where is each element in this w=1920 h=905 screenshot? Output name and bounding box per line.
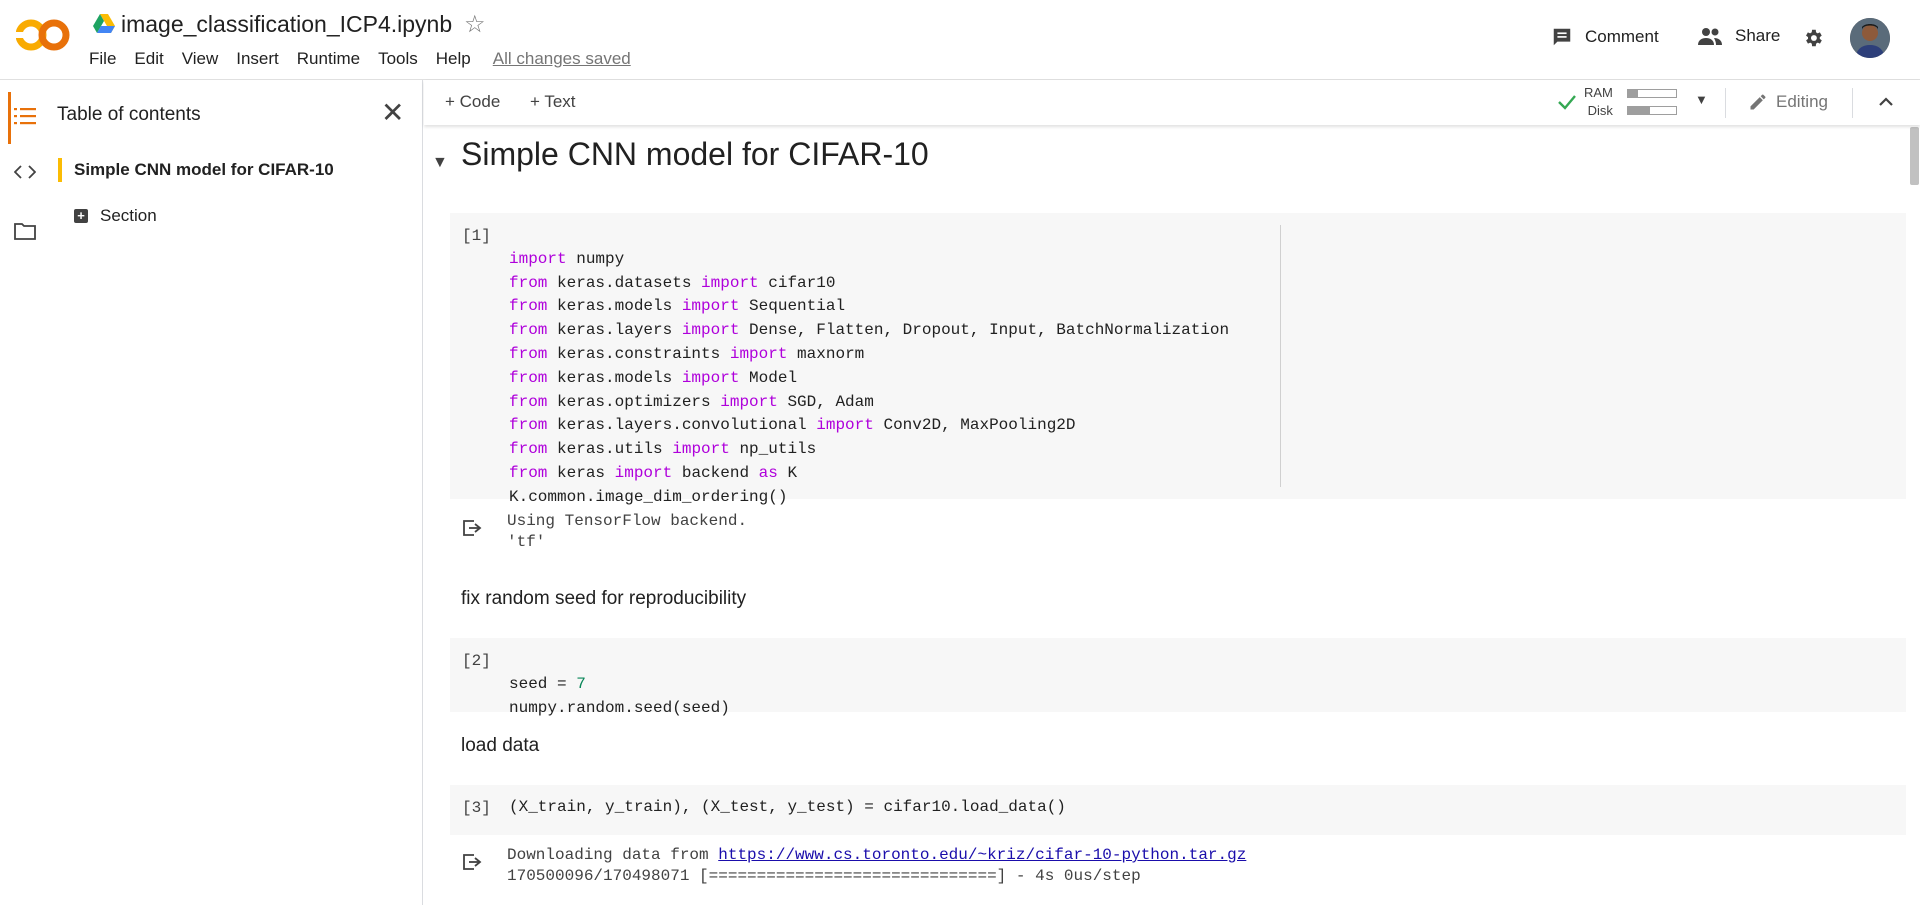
scrollbar-thumb[interactable]	[1910, 127, 1919, 185]
share-icon	[1698, 28, 1722, 45]
output-prefix: Downloading data from	[507, 846, 719, 864]
cell-execution-count: [2]	[462, 652, 491, 670]
editing-button[interactable]: Editing	[1748, 92, 1828, 112]
code-cell-1[interactable]: [1] import numpy from keras.datasets imp…	[450, 213, 1906, 506]
cell-execution-count: [1]	[462, 227, 491, 245]
close-icon[interactable]: ✕	[381, 99, 404, 127]
rail-active-indicator	[8, 92, 11, 144]
ram-label: RAM	[1584, 85, 1613, 100]
header: image_classification_ICP4.ipynb ☆ File E…	[0, 0, 1920, 80]
toc-title: Table of contents	[57, 104, 201, 125]
scrollbar[interactable]	[1906, 125, 1920, 905]
code-icon[interactable]	[14, 165, 36, 179]
cell-divider	[1280, 225, 1281, 487]
output-line: 'tf'	[507, 533, 546, 551]
code-cell-2[interactable]: [2] seed = 7 numpy.random.seed(seed)	[450, 638, 1906, 717]
toc-item-section[interactable]: + Section	[74, 206, 157, 226]
chevron-down-icon[interactable]: ▼	[1695, 92, 1708, 107]
output-line: Using TensorFlow backend.	[507, 512, 748, 530]
editing-label: Editing	[1776, 92, 1828, 111]
notebook-area: ▼ Simple CNN model for CIFAR-10 [1] impo…	[424, 125, 1920, 905]
toc-panel: Table of contents ✕ Simple CNN model for…	[48, 80, 423, 905]
folder-icon[interactable]	[14, 222, 36, 240]
check-icon	[1558, 95, 1576, 110]
share-button[interactable]: Share	[1697, 26, 1780, 46]
output-icon[interactable]	[462, 853, 482, 871]
disk-usage-fill	[1628, 107, 1650, 114]
code-line: from keras.optimizers import SGD, Adam	[509, 392, 874, 411]
chevron-up-icon[interactable]	[1872, 88, 1900, 116]
gear-icon[interactable]	[1802, 27, 1824, 49]
caret-down-icon[interactable]: ▼	[432, 154, 448, 172]
cell-execution-count: [3]	[462, 799, 491, 817]
pencil-icon	[1750, 94, 1766, 110]
section-heading[interactable]: Simple CNN model for CIFAR-10	[461, 136, 929, 173]
markdown-cell[interactable]: fix random seed for reproducibility	[461, 588, 746, 610]
toolbar-divider	[1725, 88, 1726, 118]
notebook-toolbar: + Code + Text RAM Disk ▼ Editing	[424, 80, 1920, 125]
comment-label: Comment	[1585, 27, 1659, 46]
share-label: Share	[1735, 26, 1781, 45]
expand-icon[interactable]: +	[74, 209, 88, 223]
save-status[interactable]: All changes saved	[493, 49, 631, 69]
output-text: Using TensorFlow backend. 'tf'	[507, 511, 747, 553]
cell-code[interactable]: seed = 7 numpy.random.seed(seed)	[509, 649, 730, 720]
code-line: numpy.random.seed(seed)	[509, 698, 730, 717]
add-code-button[interactable]: + Code	[445, 92, 500, 112]
colab-logo[interactable]	[16, 18, 70, 52]
toc-icon[interactable]	[14, 107, 36, 125]
code-line: from keras.models import Model	[509, 368, 798, 387]
toolbar-divider	[1852, 88, 1853, 118]
menu-help[interactable]: Help	[436, 49, 471, 69]
menu-file[interactable]: File	[89, 49, 116, 69]
code-line: K.common.image_dim_ordering()	[509, 487, 788, 506]
comment-icon	[1553, 28, 1571, 46]
menu-edit[interactable]: Edit	[134, 49, 163, 69]
menu-tools[interactable]: Tools	[378, 49, 418, 69]
side-rail	[0, 80, 48, 905]
add-text-button[interactable]: + Text	[530, 92, 576, 112]
code-cell-3[interactable]: [3] (X_train, y_train), (X_test, y_test)…	[450, 785, 1906, 835]
drive-icon	[93, 14, 115, 33]
menu-view[interactable]: View	[182, 49, 219, 69]
star-icon[interactable]: ☆	[464, 10, 486, 39]
markdown-cell[interactable]: load data	[461, 735, 539, 757]
notebook-filename[interactable]: image_classification_ICP4.ipynb	[121, 11, 452, 38]
menu-bar: File Edit View Insert Runtime Tools Help…	[89, 49, 649, 69]
menu-runtime[interactable]: Runtime	[297, 49, 360, 69]
cell-code[interactable]: import numpy from keras.datasets import …	[509, 224, 1229, 510]
toc-item-simple-cnn[interactable]: Simple CNN model for CIFAR-10	[58, 158, 334, 182]
code-line: from keras.utils import np_utils	[509, 440, 817, 459]
ram-usage-bar[interactable]	[1627, 89, 1677, 98]
disk-label: Disk	[1587, 103, 1613, 118]
code-line: from keras.layers import Dense, Flatten,…	[509, 321, 1230, 340]
download-link[interactable]: https://www.cs.toronto.edu/~kriz/cifar-1…	[718, 846, 1246, 864]
comment-button[interactable]: Comment	[1551, 26, 1659, 48]
avatar[interactable]	[1850, 18, 1890, 58]
code-line: from keras.datasets import cifar10	[509, 273, 836, 292]
output-icon[interactable]	[462, 519, 482, 537]
code-line: from keras.constraints import maxnorm	[509, 344, 865, 363]
resource-labels[interactable]: RAM Disk	[1584, 84, 1613, 120]
menu-insert[interactable]: Insert	[236, 49, 279, 69]
ram-usage-fill	[1628, 90, 1638, 97]
cell-code[interactable]: (X_train, y_train), (X_test, y_test) = c…	[509, 796, 1066, 820]
disk-usage-bar[interactable]	[1627, 106, 1677, 115]
code-line: from keras.layers.convolutional import C…	[509, 416, 1076, 435]
code-line: seed = 7	[509, 674, 586, 693]
code-line: from keras import backend as K	[509, 463, 798, 482]
output-line: 170500096/170498071 [===================…	[507, 867, 1141, 885]
toc-item-section-label: Section	[100, 206, 157, 225]
code-line: from keras.models import Sequential	[509, 297, 846, 316]
code-line: import numpy	[509, 249, 625, 268]
output-text: Downloading data from https://www.cs.tor…	[507, 845, 1246, 887]
